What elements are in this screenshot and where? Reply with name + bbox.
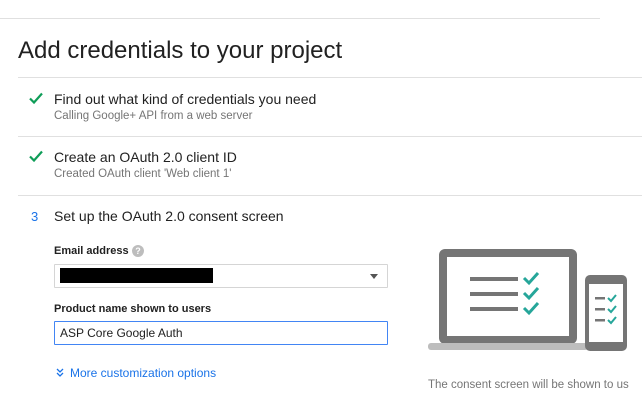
product-name-label: Product name shown to users (54, 303, 212, 315)
phone-icon (585, 275, 627, 351)
step-2-title: Create an OAuth 2.0 client ID (54, 149, 237, 165)
page-title: Add credentials to your project (18, 37, 343, 64)
check-icon (29, 150, 43, 163)
chevron-double-down-icon (56, 368, 64, 377)
redacted-email-value (60, 268, 213, 283)
consent-screen-illustration (428, 249, 627, 351)
step-2-divider (18, 195, 642, 196)
step-3-number: 3 (31, 209, 39, 224)
step-2-subtitle: Created OAuth client 'Web client 1' (54, 168, 232, 180)
step-3-title: Set up the OAuth 2.0 consent screen (54, 208, 284, 224)
top-divider (0, 18, 600, 19)
consent-screen-description: The consent screen will be shown to us (428, 379, 629, 391)
title-divider (18, 77, 642, 78)
dropdown-caret-icon (370, 274, 378, 279)
email-label: Email address (54, 245, 129, 257)
step-1-divider (18, 136, 642, 137)
check-icon (29, 92, 43, 105)
email-select[interactable] (54, 264, 388, 288)
step-1-title: Find out what kind of credentials you ne… (54, 91, 317, 107)
laptop-icon (428, 249, 588, 350)
more-customization-link[interactable]: More customization options (55, 366, 216, 380)
step-1-subtitle: Calling Google+ API from a web server (54, 110, 253, 122)
product-name-input[interactable] (54, 321, 388, 345)
help-icon[interactable]: ? (132, 245, 144, 257)
more-customization-label: More customization options (70, 366, 217, 380)
